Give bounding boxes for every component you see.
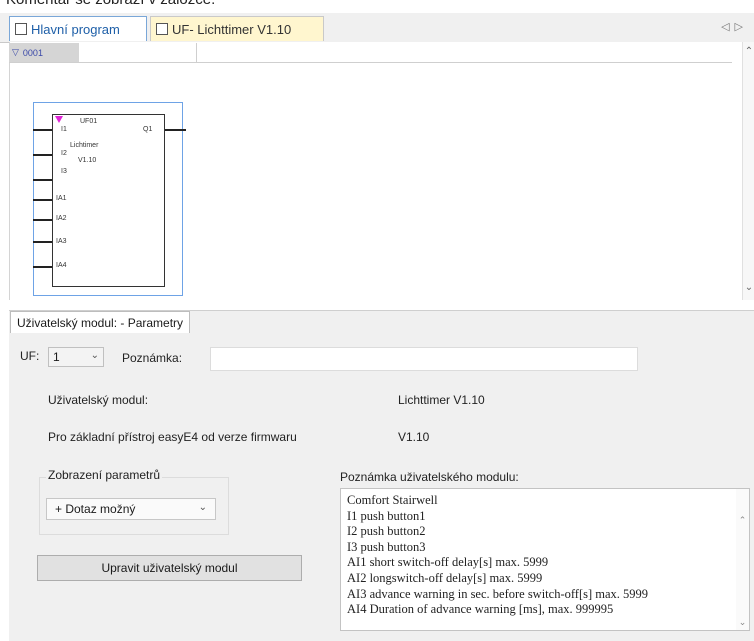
pin-label: I2 [61, 150, 67, 157]
uf-select[interactable]: 1 ⌄ [48, 347, 104, 367]
uf-select-value: 1 [53, 350, 60, 364]
rung-number-cell[interactable]: ▽ 0001 [9, 43, 79, 62]
chevron-down-icon: ⌄ [198, 502, 207, 513]
comment-line: AI1 short switch-off delay[s] max. 5999 [347, 555, 549, 570]
tab-main-program[interactable]: Hlavní program [9, 16, 147, 41]
scroll-up-icon[interactable]: ⌃ [736, 515, 749, 526]
input-pin[interactable] [33, 129, 52, 131]
tab-user-function-label: UF- Lichttimer V1.10 [172, 21, 292, 37]
input-pin[interactable] [33, 154, 52, 156]
scroll-right-icon[interactable]: ▷ [735, 21, 748, 33]
block-marker-icon [55, 116, 63, 123]
parameter-display-select[interactable]: + Dotaz možný ⌄ [46, 498, 216, 520]
input-pin[interactable] [33, 179, 52, 181]
parameter-display-value: + Dotaz možný [55, 502, 136, 516]
rung-cell [79, 43, 197, 62]
chevron-down-icon: ⌄ [90, 350, 99, 361]
tab-parameters[interactable]: Uživatelský modul: - Parametry [10, 311, 191, 333]
scroll-up-icon[interactable]: ⌃ [743, 46, 754, 57]
editor-scrollbar[interactable]: ⌃ ⌄ [742, 42, 754, 300]
tab-scroll-arrows[interactable]: ◁▷ [721, 20, 748, 33]
pin-label: IA2 [56, 215, 67, 222]
block-description: Lichtimer [70, 142, 99, 149]
pin-label: IA4 [56, 262, 67, 269]
scroll-down-icon[interactable]: ⌄ [743, 282, 754, 293]
pin-label: IA1 [56, 195, 67, 202]
param-group-label: Zobrazení parametrů [46, 468, 163, 482]
user-function-icon [156, 23, 168, 35]
block-version: V1.10 [78, 157, 97, 164]
pin-label: IA3 [56, 238, 67, 245]
block-name: UF01 [80, 118, 98, 125]
uf-label: UF: [20, 349, 40, 363]
caption-text: Komentář se zobrazí v záložce. [6, 0, 215, 8]
module-comment-textarea[interactable]: Comfort Stairwell I1 push button1 I2 pus… [340, 488, 750, 631]
module-value: Lichttimer V1.10 [398, 393, 485, 407]
program-icon [15, 23, 27, 35]
rung-number: 0001 [22, 47, 43, 58]
note-label: Poznámka: [122, 351, 183, 365]
comment-scrollbar[interactable]: ⌃ ⌄ [736, 489, 749, 630]
firmware-label: Pro základní přístroj easyE4 od verze fi… [48, 430, 297, 444]
tab-strip: Hlavní program UF- Lichttimer V1.10 [0, 13, 754, 43]
edit-user-module-button[interactable]: Upravit uživatelský modul [37, 555, 302, 581]
input-pin[interactable] [33, 241, 52, 243]
comment-line: I2 push button2 [347, 524, 426, 539]
scroll-left-icon[interactable]: ◁ [721, 21, 734, 33]
pin-label: I1 [61, 126, 67, 133]
comment-line: AI2 longswitch-off delay[s] max. 5999 [347, 570, 543, 585]
tab-main-program-label: Hlavní program [31, 21, 120, 37]
firmware-value: V1.10 [398, 430, 430, 444]
input-pin[interactable] [33, 219, 52, 221]
rung-header: ▽ 0001 [9, 43, 732, 63]
comment-label: Poznámka uživatelského modulu: [340, 470, 519, 484]
rung-expand-icon[interactable]: ▽ [12, 47, 19, 58]
comment-line: AI3 advance warning in sec. before switc… [347, 586, 649, 601]
pin-label: Q1 [143, 126, 153, 133]
input-pin[interactable] [33, 266, 52, 268]
note-input[interactable] [210, 347, 638, 371]
comment-line: I1 push button1 [347, 508, 426, 523]
output-pin[interactable] [165, 129, 186, 131]
pin-label: I3 [61, 168, 67, 175]
tab-user-function[interactable]: UF- Lichttimer V1.10 [150, 16, 324, 41]
scroll-down-icon[interactable]: ⌄ [736, 617, 749, 628]
module-label: Uživatelský modul: [48, 393, 149, 407]
comment-line: Comfort Stairwell [347, 493, 438, 507]
comment-line: AI4 Duration of advance warning [ms], ma… [347, 602, 614, 617]
function-block[interactable] [52, 114, 165, 287]
input-pin[interactable] [33, 199, 52, 201]
comment-line: I3 push button3 [347, 539, 426, 554]
